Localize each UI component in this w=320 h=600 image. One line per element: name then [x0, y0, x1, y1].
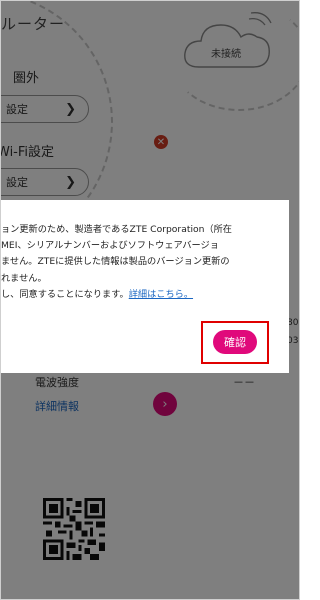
consent-text-line: ョン更新のため、製造者であるZTE Corporation（所在 — [1, 224, 232, 235]
consent-text-line-prefix: し、同意することになります。 — [1, 288, 129, 300]
consent-text-line: れません。 — [1, 272, 47, 284]
consent-text-line: ません。ZTEに提供した情報は製品のバージョン更新の — [1, 256, 230, 268]
confirm-button[interactable]: 確認 — [213, 330, 257, 354]
consent-text-line: MEI、シリアルナンバーおよびソフトウェアバージョ — [1, 240, 219, 252]
consent-dialog-text: ョン更新のため、製造者であるZTE Corporation（所在 MEI、シリア… — [1, 222, 281, 303]
app-frame: ルーター 圏外 設定 ❯ Wi-Fi設定 設定 ❯ 未接続 ✕ 電波強度 －－ … — [0, 0, 300, 600]
more-info-link[interactable]: 詳細はこちら。 — [129, 289, 193, 300]
consent-text-line: し、同意することになります。詳細はこちら。 — [1, 287, 281, 303]
